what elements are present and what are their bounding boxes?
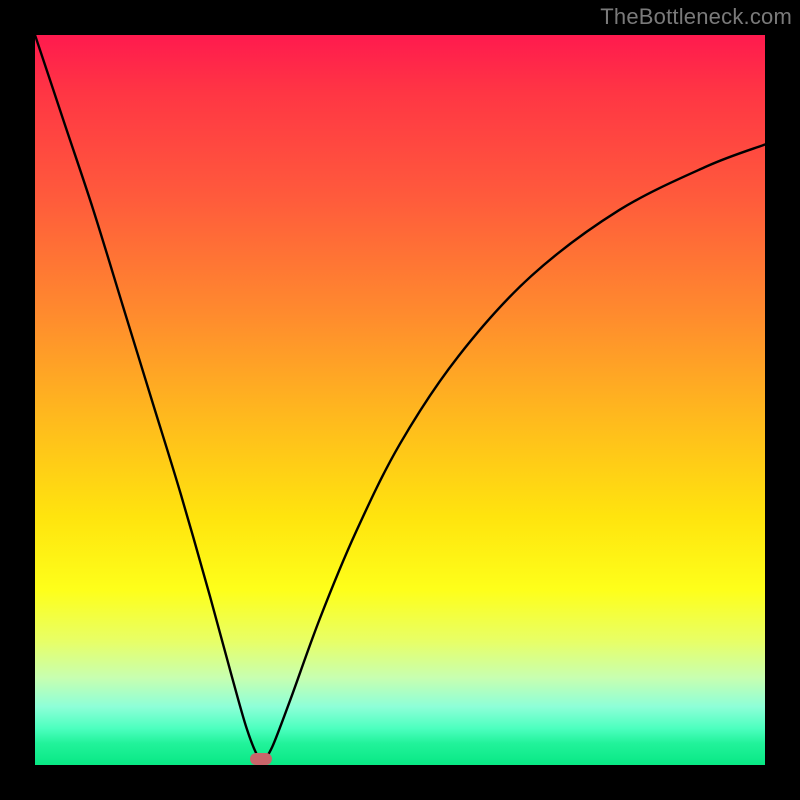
chart-frame: TheBottleneck.com [0,0,800,800]
watermark-text: TheBottleneck.com [600,4,792,30]
bottleneck-curve [35,35,765,765]
plot-area [35,35,765,765]
minimum-marker [250,753,272,765]
curve-path [35,35,765,760]
